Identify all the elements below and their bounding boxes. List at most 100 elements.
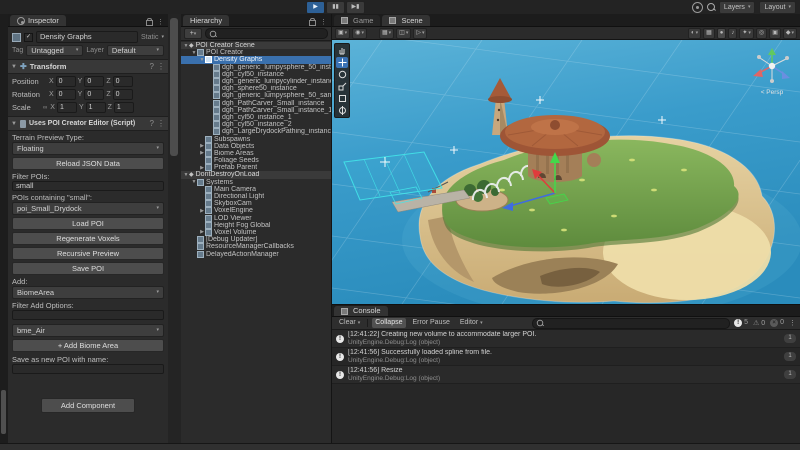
console-search-input[interactable] [532, 317, 731, 329]
save-as-input[interactable] [12, 364, 164, 374]
tab-scene[interactable]: Scene [382, 15, 430, 26]
tree-item[interactable]: ▼ POI Creator [181, 49, 331, 57]
tree-item[interactable]: dgh_cyl50_instance_2 [181, 121, 331, 129]
scale-y-field[interactable]: 1 [85, 102, 106, 113]
gizmos-button[interactable]: ◆ ▾ [782, 27, 797, 39]
persp-label[interactable]: < Persp [761, 89, 784, 96]
tree-item-scene[interactable]: ▼ ◆ POI Creator Scene [181, 42, 331, 50]
rect-tool[interactable] [336, 93, 348, 104]
tree-item[interactable]: Main Camera [181, 185, 331, 193]
play-button[interactable]: ▶ [306, 1, 325, 14]
console-menu-icon[interactable]: ⋮ [789, 319, 796, 327]
effects-toggle-button[interactable]: ✦ ▾ [739, 27, 754, 39]
tab-inspector[interactable]: Inspector [10, 15, 66, 26]
info-count-toggle[interactable]: ! 5 [734, 319, 748, 327]
log-entry[interactable]: ! [12:41:56] Successfully loaded spline … [332, 348, 800, 366]
scene-camera-button[interactable]: ▣ [769, 27, 781, 39]
regenerate-voxels-button[interactable]: Regenerate Voxels [12, 232, 164, 245]
save-poi-button[interactable]: Save POI [12, 262, 164, 275]
position-z-field[interactable]: 0 [112, 76, 133, 87]
layer-dropdown[interactable]: Default ▾ [106, 45, 164, 56]
tree-item[interactable]: dgh_PathCarver_Small_instance [181, 99, 331, 107]
2d-toggle-button[interactable]: ▦ [703, 27, 715, 39]
move-tool[interactable] [336, 57, 348, 68]
tree-item[interactable]: dgh_sphere50_instance [181, 85, 331, 93]
hand-tool[interactable] [336, 45, 348, 56]
menu-icon[interactable]: ⋮ [157, 119, 165, 128]
help-icon[interactable]: ? [150, 62, 154, 71]
tree-item[interactable]: [Debug Updater] [181, 236, 331, 244]
step-button[interactable]: ▶▮ [346, 1, 365, 14]
tag-dropdown[interactable]: Untagged ▾ [26, 45, 84, 56]
tool-settings-button[interactable]: ▣ ▾ [335, 27, 351, 39]
lock-icon[interactable] [309, 18, 316, 26]
add-dropdown[interactable]: BiomeArea ▾ [12, 286, 164, 299]
object-name-field[interactable]: Density Graphs [36, 31, 138, 43]
snap-settings-button[interactable]: ◫ ▾ [396, 27, 412, 39]
scrollbar-thumb[interactable] [170, 18, 178, 156]
log-entry[interactable]: ! [12:41:56] Resize UnityEngine.Debug:Lo… [332, 366, 800, 384]
scrollbar-thumb[interactable] [1, 390, 6, 434]
tab-game[interactable]: Game [334, 15, 381, 26]
rotation-z-field[interactable]: 0 [112, 89, 133, 100]
grid-visibility-button[interactable]: ▦ ▾ [378, 27, 395, 39]
scale-x-field[interactable]: 1 [56, 102, 77, 113]
tree-item[interactable]: Directional Light [181, 193, 331, 201]
filter-pois-input[interactable] [12, 181, 164, 191]
scale-tool[interactable] [336, 81, 348, 92]
transform-component-header[interactable]: ▼ ✚ Transform ? ⋮ [8, 59, 168, 74]
error-pause-toggle[interactable]: Error Pause [410, 318, 453, 328]
foldout-icon[interactable]: ▼ [11, 121, 17, 127]
recursive-preview-button[interactable]: Recursive Preview [12, 247, 164, 260]
tree-item[interactable]: dgh_cyl50_instance [181, 70, 331, 78]
audio-toggle-button[interactable]: ♪ [728, 27, 738, 39]
error-count-toggle[interactable]: × 0 [770, 319, 784, 327]
tree-item[interactable]: ▶ Voxel Volume [181, 228, 331, 236]
tree-item-scene[interactable]: ▼ ◆ DontDestroyOnLoad [181, 171, 331, 179]
rotation-y-field[interactable]: 0 [84, 89, 105, 100]
scale-z-field[interactable]: 1 [113, 102, 134, 113]
tree-item[interactable]: ▼ Systems [181, 178, 331, 186]
add-biome-area-button[interactable]: + Add Biome Area [12, 339, 164, 352]
active-checkbox[interactable]: ✓ [24, 32, 33, 42]
shading-mode-button[interactable]: ◐ ▾ [687, 27, 702, 39]
editor-dropdown[interactable]: Editor ▾ [457, 318, 486, 328]
scene-viewport[interactable]: < Persp [332, 40, 800, 304]
tree-item[interactable]: DelayedActionManager [181, 250, 331, 258]
tree-item[interactable]: dgh_generic_lumpycylinder_instance [181, 78, 331, 86]
layout-dropdown[interactable]: Layout ▾ [759, 0, 796, 14]
position-x-field[interactable]: 0 [55, 76, 76, 87]
hierarchy-search-input[interactable] [205, 28, 328, 39]
tree-item[interactable]: dgh_cyl50_instance_1 [181, 113, 331, 121]
menu-icon[interactable]: ⋮ [157, 62, 165, 71]
tree-item[interactable]: ResourceManagerCallbacks [181, 243, 331, 251]
tree-item[interactable]: dgh_generic_lumpysphere_50_sand_instance [181, 92, 331, 100]
tree-item[interactable]: ▶ Data Objects [181, 142, 331, 150]
script-component-header[interactable]: ▼ Uses POI Creator Editor (Script) ? ⋮ [8, 116, 168, 131]
add-component-button[interactable]: Add Component [41, 398, 135, 413]
tree-item[interactable]: ▶ Prefab Parent [181, 164, 331, 172]
help-icon[interactable]: ? [150, 119, 154, 128]
tree-item[interactable]: dgh_generic_lumpysphere_50_instance [181, 63, 331, 71]
filter-add-options-input[interactable] [12, 310, 164, 320]
tab-hierarchy[interactable]: Inspector Hierarchy [183, 15, 230, 26]
scene-visibility-button[interactable]: ◎ [755, 27, 768, 39]
position-y-field[interactable]: 0 [84, 76, 105, 87]
create-object-button[interactable]: +▾ [184, 28, 202, 39]
pois-containing-dropdown[interactable]: poi_Small_Drydock ▾ [12, 202, 164, 215]
chevron-down-icon[interactable]: ▾ [161, 34, 164, 40]
static-label[interactable]: Static [141, 34, 159, 41]
menu-icon[interactable]: ⋮ [157, 18, 164, 26]
rotation-x-field[interactable]: 0 [55, 89, 76, 100]
scale-link-icon[interactable]: ∞ [43, 105, 47, 111]
foldout-icon[interactable]: ▼ [11, 64, 17, 70]
lighting-toggle-button[interactable]: ● [716, 27, 727, 39]
tree-item[interactable]: Height Fog Global [181, 221, 331, 229]
transform-tool[interactable] [336, 105, 348, 116]
lock-icon[interactable] [146, 18, 153, 26]
tree-item[interactable]: ▶ VoxelEngine [181, 207, 331, 215]
collab-icon[interactable] [691, 1, 703, 13]
layers-dropdown[interactable]: Layers ▾ [718, 0, 756, 14]
collapse-toggle[interactable]: Collapse [372, 318, 406, 328]
reload-json-button[interactable]: Reload JSON Data [12, 157, 164, 170]
